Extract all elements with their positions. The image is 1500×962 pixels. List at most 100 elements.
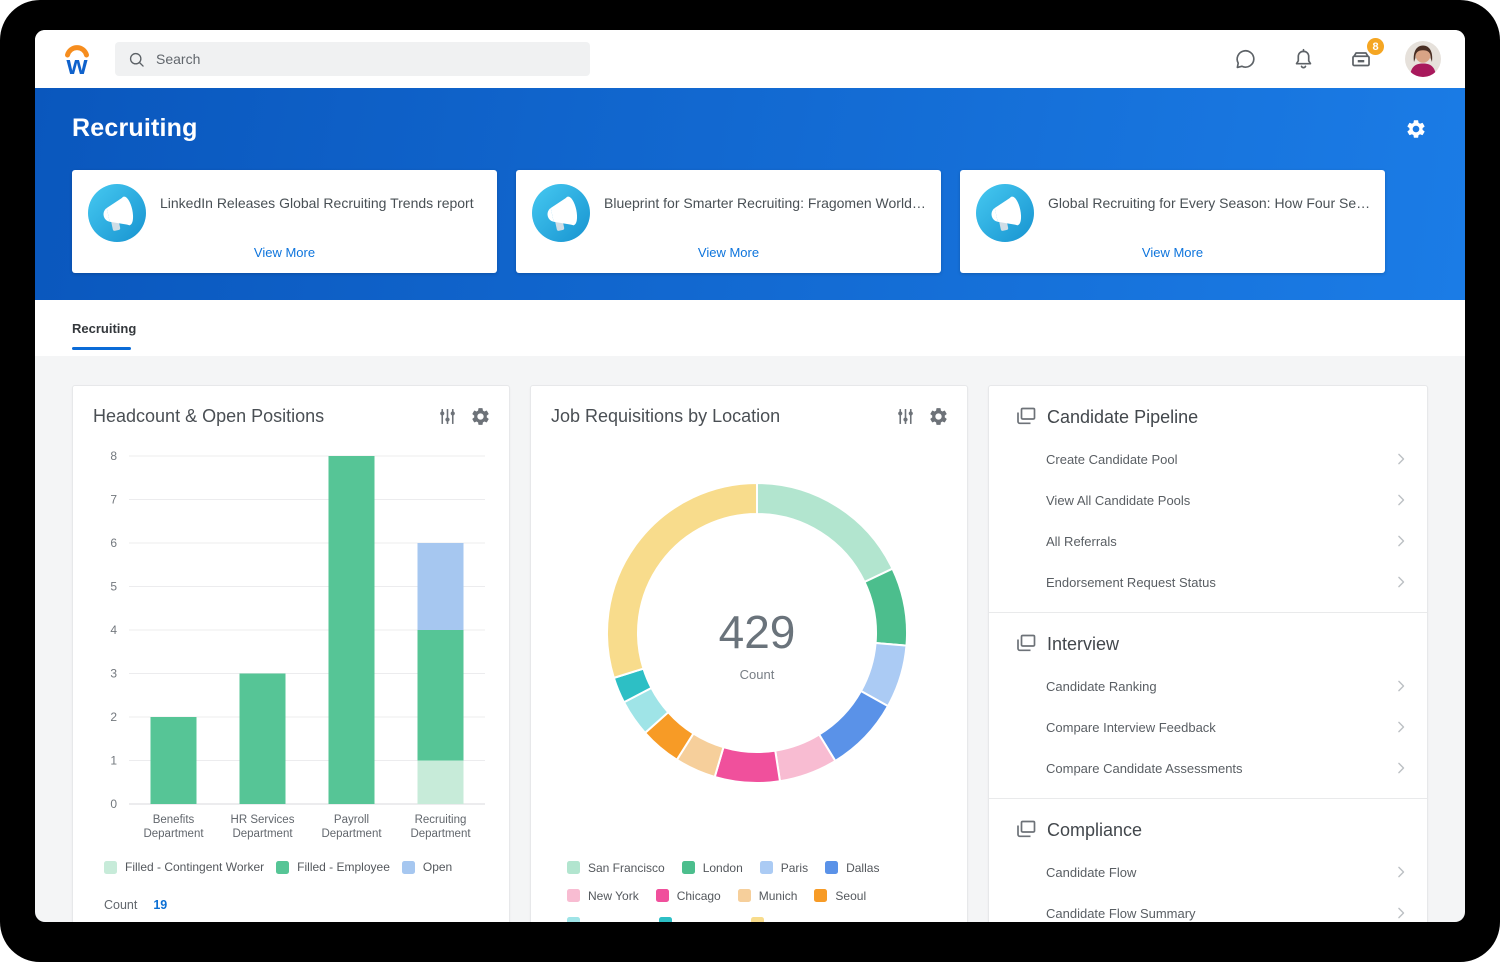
svg-text:Department: Department bbox=[232, 828, 293, 840]
legend-swatch bbox=[276, 861, 289, 874]
gear-icon[interactable] bbox=[1405, 118, 1427, 140]
megaphone-icon bbox=[532, 184, 590, 242]
link-compare-candidate-assessments[interactable]: Compare Candidate Assessments bbox=[989, 748, 1427, 789]
bar-segment[interactable] bbox=[151, 717, 197, 804]
workday-logo-icon[interactable]: w bbox=[59, 41, 95, 79]
legend-item bbox=[659, 917, 734, 922]
quick-links-panel: Candidate Pipeline Create Candidate Pool… bbox=[988, 385, 1428, 922]
gear-icon[interactable] bbox=[928, 406, 949, 427]
chat-icon[interactable] bbox=[1231, 45, 1259, 73]
svg-text:Department: Department bbox=[410, 828, 471, 840]
headcount-panel: Headcount & Open Positions 012345678Bene… bbox=[72, 385, 510, 922]
link-candidate-ranking[interactable]: Candidate Ranking bbox=[989, 666, 1427, 707]
donut-chart-legend: San Francisco London Paris Dallas New Yo… bbox=[567, 860, 957, 922]
top-bar: w bbox=[35, 30, 1465, 88]
link-compare-interview-feedback[interactable]: Compare Interview Feedback bbox=[989, 707, 1427, 748]
link-create-candidate-pool[interactable]: Create Candidate Pool bbox=[989, 439, 1427, 480]
svg-text:7: 7 bbox=[110, 493, 117, 507]
chevron-right-icon bbox=[1391, 717, 1411, 737]
chevron-right-icon bbox=[1391, 531, 1411, 551]
legend-item: London bbox=[682, 861, 743, 875]
legend-swatch bbox=[825, 861, 838, 874]
svg-text:HR Services: HR Services bbox=[231, 814, 295, 826]
search-bar bbox=[115, 42, 590, 76]
search-input[interactable] bbox=[156, 51, 556, 67]
view-more-link[interactable]: View More bbox=[516, 245, 941, 260]
legend-item: Seoul bbox=[814, 889, 866, 903]
donut-segment[interactable] bbox=[865, 569, 907, 646]
chevron-right-icon bbox=[1391, 572, 1411, 592]
legend-swatch bbox=[682, 861, 695, 874]
chevron-right-icon bbox=[1391, 490, 1411, 510]
count-row: Count19 bbox=[104, 898, 167, 912]
dashboard-content: Headcount & Open Positions 012345678Bene… bbox=[35, 356, 1465, 922]
search-icon bbox=[127, 50, 146, 69]
svg-text:Benefits: Benefits bbox=[153, 814, 195, 826]
avatar[interactable] bbox=[1405, 41, 1441, 77]
window-frame: w bbox=[0, 0, 1500, 962]
link-candidate-flow[interactable]: Candidate Flow bbox=[989, 852, 1427, 893]
legend-swatch bbox=[760, 861, 773, 874]
link-all-referrals[interactable]: All Referrals bbox=[989, 521, 1427, 562]
bar-segment[interactable] bbox=[418, 543, 464, 630]
page-title: Recruiting bbox=[72, 114, 198, 143]
section-title: Candidate Pipeline bbox=[1047, 407, 1198, 428]
link-endorsement-request-status[interactable]: Endorsement Request Status bbox=[989, 562, 1427, 603]
announcement-cards: LinkedIn Releases Global Recruiting Tren… bbox=[72, 170, 1385, 273]
bar-segment[interactable] bbox=[329, 456, 375, 804]
legend-swatch bbox=[751, 917, 764, 922]
donut-segment[interactable] bbox=[715, 747, 780, 783]
announcement-card[interactable]: Blueprint for Smarter Recruiting: Fragom… bbox=[516, 170, 941, 273]
legend-item: Chicago bbox=[656, 889, 721, 903]
filter-sliders-icon[interactable] bbox=[437, 406, 458, 427]
svg-text:Recruiting: Recruiting bbox=[415, 814, 467, 826]
filter-sliders-icon[interactable] bbox=[895, 406, 916, 427]
section-title: Compliance bbox=[1047, 820, 1142, 841]
page-header: Recruiting LinkedIn Releases Global Recr… bbox=[35, 88, 1465, 300]
announcement-card[interactable]: Global Recruiting for Every Season: How … bbox=[960, 170, 1385, 273]
announcement-card[interactable]: LinkedIn Releases Global Recruiting Tren… bbox=[72, 170, 497, 273]
inbox-icon[interactable]: 8 bbox=[1347, 45, 1375, 73]
active-tab-underline bbox=[72, 347, 131, 350]
legend-item bbox=[567, 917, 642, 922]
legend-swatch bbox=[659, 917, 672, 922]
donut-segment[interactable] bbox=[607, 483, 757, 678]
svg-text:0: 0 bbox=[110, 797, 117, 811]
link-view-all-candidate-pools[interactable]: View All Candidate Pools bbox=[989, 480, 1427, 521]
legend-swatch bbox=[567, 861, 580, 874]
svg-text:8: 8 bbox=[110, 449, 117, 463]
megaphone-icon bbox=[976, 184, 1034, 242]
legend-swatch bbox=[656, 889, 669, 902]
gear-icon[interactable] bbox=[470, 406, 491, 427]
announcement-title: Blueprint for Smarter Recruiting: Fragom… bbox=[604, 195, 931, 211]
link-candidate-flow-summary[interactable]: Candidate Flow Summary bbox=[989, 893, 1427, 922]
section-title: Interview bbox=[1047, 634, 1119, 655]
section-candidate-pipeline: Candidate Pipeline Create Candidate Pool… bbox=[989, 386, 1427, 613]
legend-item: New York bbox=[567, 889, 639, 903]
bar-chart-legend: Filled - Contingent Worker Filled - Empl… bbox=[104, 860, 452, 874]
panel-title: Headcount & Open Positions bbox=[93, 406, 324, 426]
chevron-right-icon bbox=[1391, 758, 1411, 778]
bar-segment[interactable] bbox=[240, 674, 286, 805]
bell-icon[interactable] bbox=[1289, 45, 1317, 73]
chevron-right-icon bbox=[1391, 676, 1411, 696]
view-more-link[interactable]: View More bbox=[72, 245, 497, 260]
svg-text:2: 2 bbox=[110, 710, 117, 724]
legend-swatch bbox=[814, 889, 827, 902]
legend-item bbox=[751, 917, 826, 922]
pages-icon bbox=[1014, 405, 1038, 429]
count-value-link[interactable]: 19 bbox=[153, 898, 167, 912]
pages-icon bbox=[1014, 818, 1038, 842]
legend-item: San Francisco bbox=[567, 861, 665, 875]
bar-segment[interactable] bbox=[418, 630, 464, 761]
section-interview: Interview Candidate Ranking Compare Inte… bbox=[989, 613, 1427, 799]
legend-swatch bbox=[402, 861, 415, 874]
legend-swatch bbox=[567, 889, 580, 902]
view-more-link[interactable]: View More bbox=[960, 245, 1385, 260]
bar-segment[interactable] bbox=[418, 761, 464, 805]
svg-text:Department: Department bbox=[143, 828, 204, 840]
donut-segment[interactable] bbox=[757, 483, 893, 582]
section-compliance: Compliance Candidate Flow Candidate Flow… bbox=[989, 799, 1427, 922]
legend-item: Munich bbox=[738, 889, 798, 903]
legend-item: Open bbox=[402, 860, 452, 874]
